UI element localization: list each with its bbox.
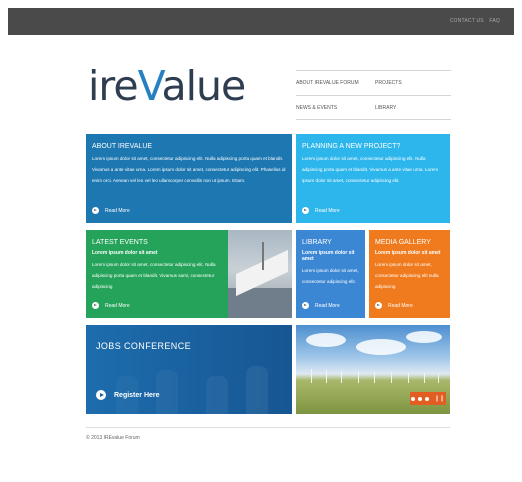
arrow-right-icon xyxy=(302,207,309,214)
logo-text-ire: ire xyxy=(88,62,139,110)
media-text: Lorem ipsum dolor sit amet, consectetur … xyxy=(375,262,439,289)
media-subtitle: Lorem ipsum dolor sit amet xyxy=(375,250,441,256)
about-text: Lorem ipsum dolor sit amet, consectetur … xyxy=(92,156,286,183)
photo-mast xyxy=(262,242,264,270)
nav-row: NEWS & EVENTS LIBRARY xyxy=(296,95,451,120)
events-title: LATEST EVENTS xyxy=(92,239,148,246)
logo-text-alue: alue xyxy=(161,62,246,110)
pause-icon[interactable]: ❙❙ xyxy=(434,396,444,402)
planning-title: PLANNING A NEW PROJECT? xyxy=(302,143,401,150)
site-logo[interactable]: ireValue xyxy=(88,66,246,107)
cloud xyxy=(406,331,442,343)
planning-text: Lorem ipsum dolor sit amet, consectetur … xyxy=(302,156,439,183)
about-read-more[interactable]: Read More xyxy=(92,207,130,214)
read-more-label: Read More xyxy=(315,207,340,214)
nav-news-link[interactable]: NEWS & EVENTS xyxy=(296,105,337,111)
library-read-more[interactable]: Read More xyxy=(302,302,340,309)
wind-turbine xyxy=(311,369,312,383)
arrow-right-icon xyxy=(375,302,382,309)
wind-turbine xyxy=(408,373,409,383)
events-subtitle: Lorem ipsum dolor sit amet xyxy=(92,250,158,256)
wind-farm-slider[interactable]: ❙❙ xyxy=(296,325,450,414)
media-title: MEDIA GALLERY xyxy=(375,239,431,246)
wind-turbine xyxy=(424,373,425,383)
read-more-label: Read More xyxy=(388,302,413,309)
slide-dot-1[interactable] xyxy=(411,396,416,401)
slide-dot-2[interactable] xyxy=(418,396,423,401)
wind-turbine xyxy=(341,371,342,383)
cloud xyxy=(306,333,346,347)
top-links: CONTACT US FAQ xyxy=(446,18,500,24)
footer-divider xyxy=(86,427,450,428)
wind-turbine xyxy=(438,374,439,383)
library-tile[interactable]: LIBRARY Lorem ipsum dolor sit amet Lorem… xyxy=(296,230,365,318)
wind-turbine xyxy=(358,371,359,383)
library-subtitle: Lorem ipsum dolor sit amet xyxy=(302,250,355,262)
read-more-label: Read More xyxy=(315,302,340,309)
banner-overlay xyxy=(86,325,292,414)
about-title: ABOUT IREVALUE xyxy=(92,143,153,150)
nav-library-link[interactable]: LIBRARY xyxy=(375,105,396,111)
logo-text-v: V xyxy=(137,62,163,110)
media-read-more[interactable]: Read More xyxy=(375,302,413,309)
library-text: Lorem ipsum dolor sit amet, consectetur … xyxy=(302,268,359,284)
wind-turbine xyxy=(374,372,375,383)
arrow-right-icon xyxy=(92,302,99,309)
arrow-right-icon xyxy=(92,207,99,214)
contact-us-link[interactable]: CONTACT US xyxy=(450,18,484,24)
nav-row: ABOUT IREVALUE FORUM PROJECTS xyxy=(296,70,451,95)
library-title: LIBRARY xyxy=(302,239,332,246)
arrow-right-icon xyxy=(96,390,106,400)
main-nav: ABOUT IREVALUE FORUM PROJECTS NEWS & EVE… xyxy=(296,70,451,120)
wind-turbine xyxy=(326,370,327,383)
nav-projects-link[interactable]: PROJECTS xyxy=(375,80,402,86)
planning-tile[interactable]: PLANNING A NEW PROJECT? Lorem ipsum dolo… xyxy=(296,134,450,223)
events-read-more[interactable]: Read More xyxy=(92,302,130,309)
jobs-conference-banner[interactable]: JOBS CONFERENCE Register Here xyxy=(86,325,292,414)
register-button[interactable]: Register Here xyxy=(96,390,160,400)
slider-controls: ❙❙ xyxy=(410,392,446,405)
faq-link[interactable]: FAQ xyxy=(489,18,500,24)
jobs-title: JOBS CONFERENCE xyxy=(96,341,192,351)
events-photo xyxy=(228,230,292,318)
read-more-label: Read More xyxy=(105,207,130,214)
arrow-right-icon xyxy=(302,302,309,309)
about-tile[interactable]: ABOUT IREVALUE Lorem ipsum dolor sit ame… xyxy=(86,134,292,223)
read-more-label: Read More xyxy=(105,302,130,309)
media-tile[interactable]: MEDIA GALLERY Lorem ipsum dolor sit amet… xyxy=(369,230,450,318)
wind-turbine xyxy=(391,372,392,383)
register-label: Register Here xyxy=(114,391,160,399)
planning-read-more[interactable]: Read More xyxy=(302,207,340,214)
nav-about-link[interactable]: ABOUT IREVALUE FORUM xyxy=(296,80,359,86)
top-bar: CONTACT US FAQ xyxy=(8,8,514,35)
events-tile[interactable]: LATEST EVENTS Lorem ipsum dolor sit amet… xyxy=(86,230,228,318)
slide-dot-3[interactable] xyxy=(425,396,430,401)
footer-copyright: © 2013 IREvalue Forum xyxy=(86,435,140,441)
cloud xyxy=(356,339,406,355)
events-text: Lorem ipsum dolor sit amet, consectetur … xyxy=(92,262,216,289)
